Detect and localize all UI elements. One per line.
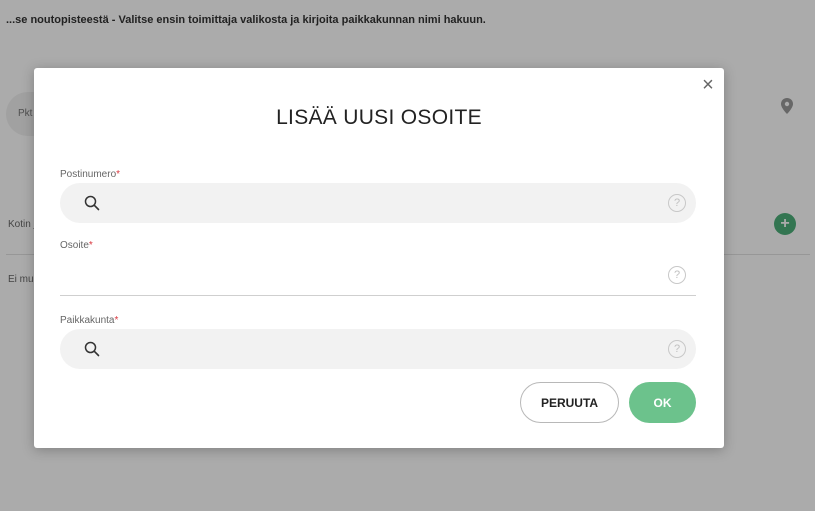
add-address-dialog: × LISÄÄ UUSI OSOITE Postinumero* ? Osoit… xyxy=(34,68,724,448)
city-field[interactable]: ? xyxy=(60,329,696,369)
city-input[interactable] xyxy=(108,339,668,359)
dialog-title: LISÄÄ UUSI OSOITE xyxy=(276,106,482,129)
ok-button[interactable]: OK xyxy=(629,382,696,423)
postal-code-label: Postinumero* xyxy=(60,169,120,180)
city-label: Paikkakunta* xyxy=(60,315,118,326)
postal-code-input[interactable] xyxy=(108,193,668,213)
required-mark: * xyxy=(88,240,93,251)
address-label-text: Osoite xyxy=(60,240,89,251)
required-mark: * xyxy=(114,315,119,326)
city-label-text: Paikkakunta xyxy=(60,315,115,326)
postal-code-label-text: Postinumero xyxy=(60,169,117,180)
search-icon xyxy=(84,341,100,357)
help-icon[interactable]: ? xyxy=(668,340,686,358)
search-icon xyxy=(84,195,100,211)
help-icon[interactable]: ? xyxy=(668,266,686,284)
close-icon[interactable]: × xyxy=(699,75,717,95)
address-field[interactable]: ? xyxy=(60,256,696,296)
postal-code-field[interactable]: ? xyxy=(60,183,696,223)
help-icon[interactable]: ? xyxy=(668,194,686,212)
address-input[interactable] xyxy=(64,266,624,286)
cancel-button[interactable]: PERUUTA xyxy=(520,382,619,423)
required-mark: * xyxy=(116,169,121,180)
address-label: Osoite* xyxy=(60,240,93,251)
